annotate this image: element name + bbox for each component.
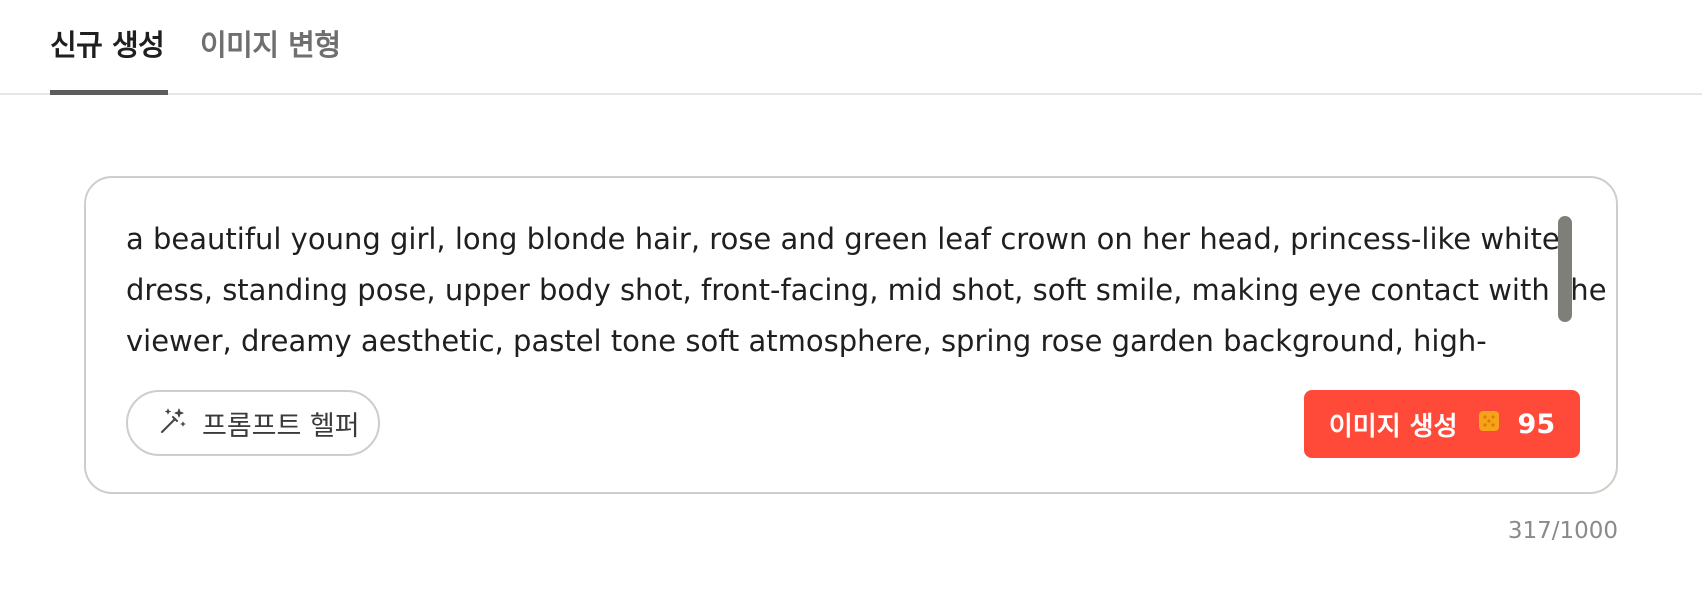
character-count: 317/1000 <box>1507 518 1618 544</box>
tab-bar: 신규 생성 이미지 변형 <box>0 0 1702 95</box>
generate-button-label: 이미지 생성 <box>1328 411 1458 442</box>
generate-cost: 95 <box>1517 408 1556 440</box>
tab-image-variation[interactable]: 이미지 변형 <box>200 22 341 95</box>
generate-image-button[interactable]: 이미지 생성 95 <box>1304 390 1580 458</box>
prompt-container: a beautiful young girl, long blonde hair… <box>84 176 1618 494</box>
active-tab-indicator <box>50 90 168 95</box>
prompt-textarea[interactable]: a beautiful young girl, long blonde hair… <box>126 214 1636 374</box>
coin-icon <box>1458 409 1518 439</box>
prompt-helper-button[interactable]: 프롬프트 헬퍼 <box>126 390 380 456</box>
tab-new-generation[interactable]: 신규 생성 <box>50 22 165 95</box>
prompt-helper-label: 프롬프트 헬퍼 <box>202 410 360 442</box>
scrollbar-thumb[interactable] <box>1558 216 1572 322</box>
magic-wand-icon <box>158 406 188 440</box>
